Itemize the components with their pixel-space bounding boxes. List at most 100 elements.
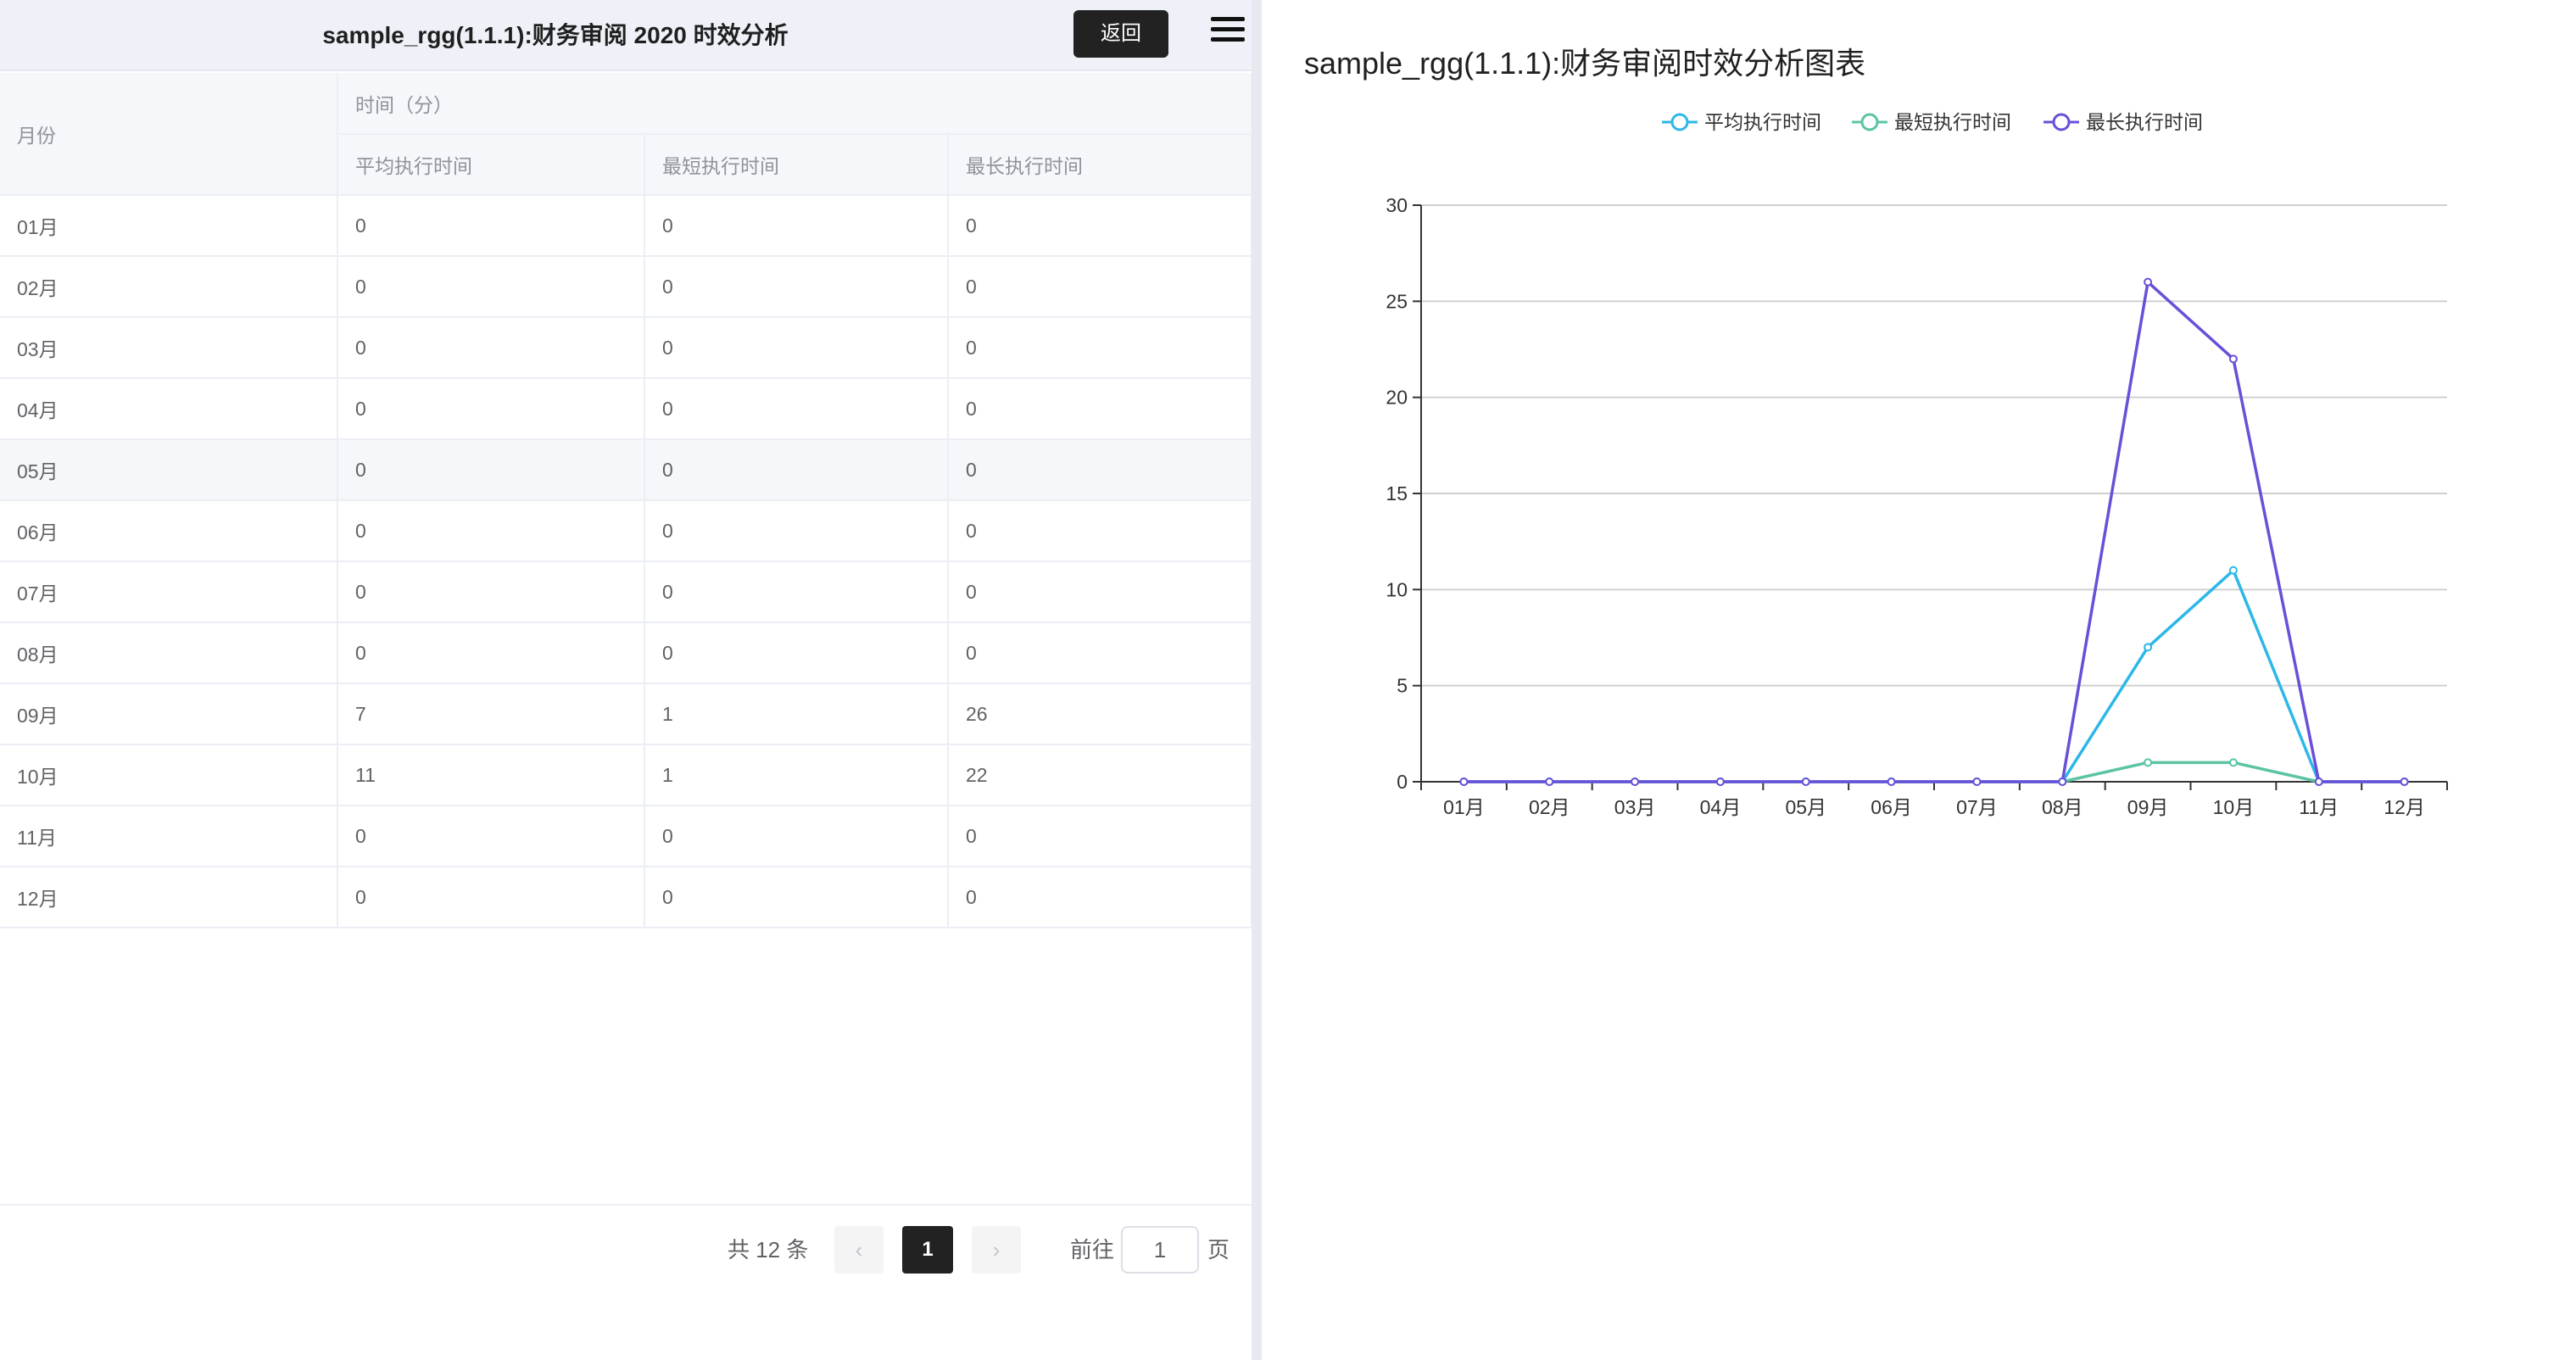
data-point (1545, 778, 1554, 786)
data-point (1631, 778, 1640, 786)
column-header-avg: 平均执行时间 (337, 134, 645, 196)
table-row[interactable]: 01月 0 0 0 (0, 195, 1253, 257)
cell-avg: 0 (337, 622, 645, 684)
table-row[interactable]: 06月 0 0 0 (0, 500, 1253, 562)
y-tick-label: 5 (1397, 675, 1408, 697)
data-point (1459, 778, 1469, 786)
cell-max: 0 (948, 317, 1253, 379)
x-tick-label: 09月 (2127, 796, 2169, 818)
cell-avg: 11 (337, 744, 645, 806)
cell-month: 03月 (0, 317, 338, 379)
page-number-button[interactable]: 1 (902, 1226, 953, 1274)
cell-month: 10月 (0, 744, 338, 806)
chevron-right-icon[interactable]: › (972, 1226, 1021, 1274)
x-tick-label: 07月 (1956, 796, 1998, 818)
y-tick-label: 30 (1386, 194, 1408, 216)
y-tick-label: 15 (1386, 482, 1408, 504)
cell-month: 02月 (0, 256, 338, 318)
x-tick-label: 10月 (2213, 796, 2255, 818)
cell-avg: 0 (337, 378, 645, 440)
x-tick-label: 05月 (1785, 796, 1826, 818)
data-point (2144, 277, 2153, 287)
line-chart: 0 5 10 15 20 25 30 01月 02月 03月 04月 05月 06月 07月 08月 09月 1… (1386, 194, 2448, 818)
table-row[interactable]: 08月 0 0 0 (0, 622, 1253, 684)
cell-month: 09月 (0, 683, 338, 745)
cell-avg: 0 (337, 561, 645, 623)
panel-splitter[interactable] (1252, 0, 1262, 1360)
goto-label: 前往 (1070, 1237, 1115, 1262)
column-header-max: 最长执行时间 (948, 134, 1253, 196)
cell-max: 0 (948, 195, 1253, 257)
table-panel: sample_rgg(1.1.1):财务审阅 2020 时效分析 返回 月份 时… (0, 0, 1253, 1360)
x-tick-label: 04月 (1700, 796, 1742, 818)
x-tick-label: 03月 (1614, 796, 1656, 818)
cell-avg: 0 (337, 867, 645, 928)
cell-max: 26 (948, 683, 1253, 745)
table-row[interactable]: 12月 0 0 0 (0, 867, 1253, 928)
table-row[interactable]: 04月 0 0 0 (0, 378, 1253, 440)
cell-max: 0 (948, 867, 1253, 928)
data-point (1887, 778, 1896, 786)
cell-min: 1 (644, 744, 949, 806)
cell-min: 0 (644, 256, 949, 318)
cell-avg: 0 (337, 500, 645, 562)
back-button[interactable]: 返回 (1073, 10, 1168, 58)
cell-min: 0 (644, 500, 949, 562)
y-tick-label: 25 (1386, 290, 1408, 312)
cell-max: 0 (948, 805, 1253, 867)
cell-max: 0 (948, 622, 1253, 684)
cell-month: 12月 (0, 867, 338, 928)
pagination: 共 12 条 ‹ 1 › 前往 页 (0, 1226, 1252, 1274)
table-row[interactable]: 02月 0 0 0 (0, 256, 1253, 318)
x-tick-label: 12月 (2384, 796, 2425, 818)
page-title: sample_rgg(1.1.1):财务审阅 2020 时效分析 (322, 22, 789, 48)
table-footer-divider (0, 1204, 1252, 1206)
cell-month: 07月 (0, 561, 338, 623)
table-row[interactable]: 11月 0 0 0 (0, 805, 1253, 867)
panel-header: sample_rgg(1.1.1):财务审阅 2020 时效分析 返回 (0, 0, 1252, 71)
chart-panel: sample_rgg(1.1.1):财务审阅时效分析图表 平均执行时间 最短执行时… (1262, 0, 2576, 1360)
table-row[interactable]: 09月 7 1 26 (0, 683, 1253, 745)
cell-avg: 7 (337, 683, 645, 745)
table-row[interactable]: 10月 11 1 22 (0, 744, 1253, 806)
table-row[interactable]: 03月 0 0 0 (0, 317, 1253, 379)
data-point (2314, 778, 2323, 786)
cell-month: 05月 (0, 439, 338, 501)
x-tick-label: 01月 (1443, 796, 1485, 818)
cell-avg: 0 (337, 805, 645, 867)
series-line (1464, 280, 2405, 783)
pagination-total: 共 12 条 (728, 1237, 809, 1262)
data-point (2144, 758, 2153, 767)
data-table: 月份 时间（分） 平均执行时间 最短执行时间 最长执行时间 01月 0 0 0 02月 0… (0, 73, 1253, 928)
chevron-left-icon[interactable]: ‹ (834, 1226, 884, 1274)
cell-month: 06月 (0, 500, 338, 562)
cell-min: 1 (644, 683, 949, 745)
cell-min: 0 (644, 378, 949, 440)
column-header-min: 最短执行时间 (644, 134, 949, 196)
hamburger-menu-icon[interactable] (1211, 15, 1245, 44)
table-row[interactable]: 07月 0 0 0 (0, 561, 1253, 623)
data-point (2228, 758, 2238, 767)
series-line (1464, 761, 2405, 783)
data-point (2400, 778, 2409, 786)
goto-page-input[interactable] (1121, 1226, 1199, 1274)
cell-max: 0 (948, 256, 1253, 318)
column-header-month: 月份 (0, 73, 338, 196)
cell-avg: 0 (337, 317, 645, 379)
cell-min: 0 (644, 805, 949, 867)
cell-max: 0 (948, 561, 1253, 623)
cell-min: 0 (644, 867, 949, 928)
data-point (2144, 643, 2153, 652)
cell-min: 0 (644, 195, 949, 257)
cell-month: 04月 (0, 378, 338, 440)
x-tick-label: 08月 (2042, 796, 2083, 818)
series-line (1464, 568, 2405, 783)
cell-max: 0 (948, 378, 1253, 440)
y-tick-label: 0 (1397, 771, 1408, 793)
cell-avg: 0 (337, 439, 645, 501)
cell-max: 0 (948, 500, 1253, 562)
cell-min: 0 (644, 622, 949, 684)
table-row[interactable]: 05月 0 0 0 (0, 439, 1253, 501)
cell-avg: 0 (337, 256, 645, 318)
cell-avg: 0 (337, 195, 645, 257)
